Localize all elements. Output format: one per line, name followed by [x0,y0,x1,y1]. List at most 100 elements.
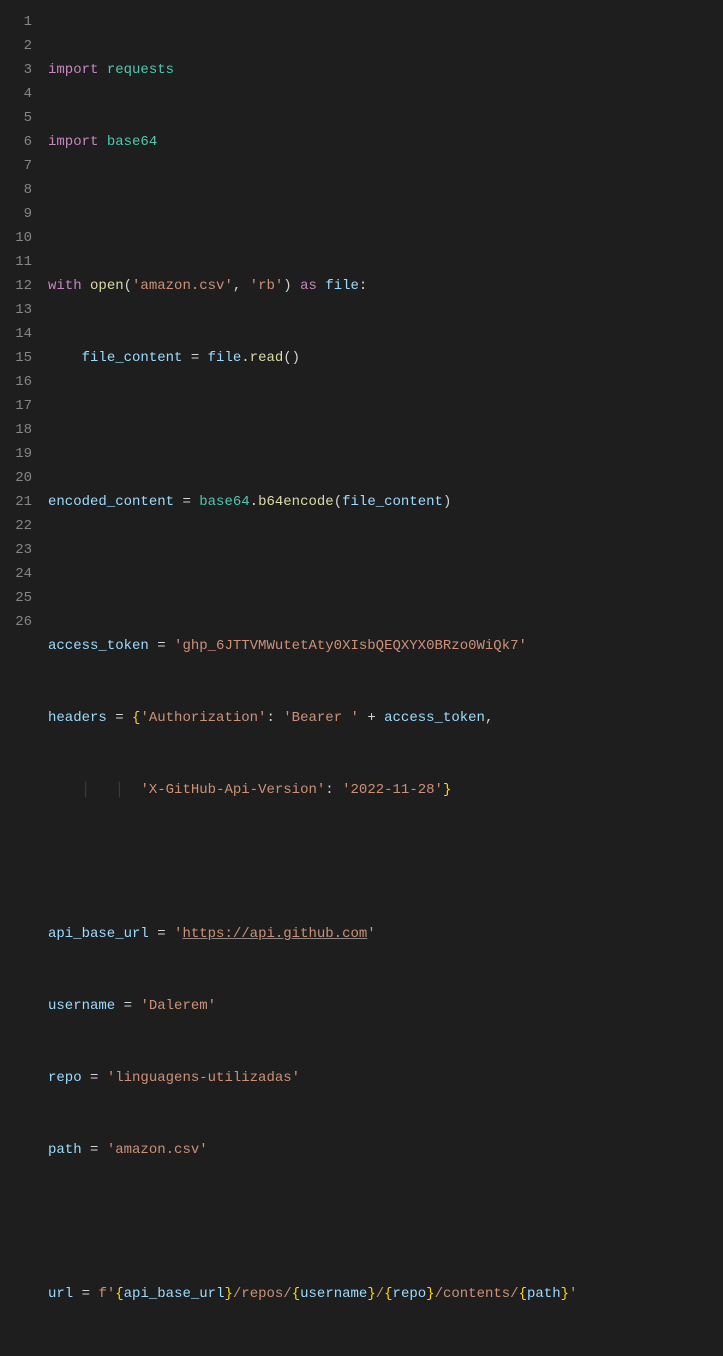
string: 'linguagens-utilizadas' [107,1070,300,1086]
line-number: 9 [0,202,32,226]
code-editor[interactable]: 1 2 3 4 5 6 7 8 9 10 11 12 13 14 15 16 1… [0,10,723,1356]
code-line[interactable] [48,850,723,874]
code-line[interactable]: access_token = 'ghp_6JTTVMWutetAty0XIsbQ… [48,634,723,658]
brace: } [561,1286,569,1302]
line-number: 11 [0,250,32,274]
variable: path [48,1142,82,1158]
line-number: 2 [0,34,32,58]
variable: file [208,350,242,366]
line-number: 22 [0,514,32,538]
variable: file_content [342,494,443,510]
code-line[interactable]: api_base_url = 'https://api.github.com' [48,922,723,946]
brace: { [384,1286,392,1302]
string: 'Bearer ' [283,710,359,726]
code-line[interactable]: encoded_content = base64.b64encode(file_… [48,490,723,514]
module: base64 [107,134,157,150]
code-line[interactable] [48,562,723,586]
line-number: 17 [0,394,32,418]
variable: file_content [82,350,183,366]
code-line[interactable] [48,418,723,442]
code-line[interactable]: import base64 [48,130,723,154]
line-number: 10 [0,226,32,250]
line-number: 25 [0,586,32,610]
string: /repos/ [233,1286,292,1302]
code-line[interactable]: url = f'{api_base_url}/repos/{username}/… [48,1282,723,1306]
string: 'ghp_6JTTVMWutetAty0XIsbQEQXYX0BRzo0WiQk… [174,638,527,654]
brace: { [519,1286,527,1302]
module: base64 [199,494,249,510]
variable: api_base_url [48,926,149,942]
module: requests [107,62,174,78]
code-line[interactable]: path = 'amazon.csv' [48,1138,723,1162]
line-number: 26 [0,610,32,634]
line-number: 8 [0,178,32,202]
variable: access_token [48,638,149,654]
variable: file [325,278,359,294]
line-number: 23 [0,538,32,562]
line-number: 24 [0,562,32,586]
line-number: 4 [0,82,32,106]
variable: path [527,1286,561,1302]
variable: repo [393,1286,427,1302]
brace: } [426,1286,434,1302]
function: read [250,350,284,366]
code-line[interactable] [48,202,723,226]
line-number: 21 [0,490,32,514]
variable: access_token [384,710,485,726]
string: f' [98,1286,115,1302]
string: ' [367,926,375,942]
brace: { [292,1286,300,1302]
code-line[interactable] [48,1210,723,1234]
code-line[interactable] [48,1354,723,1356]
brace: } [224,1286,232,1302]
variable: username [48,998,115,1014]
code-line[interactable]: username = 'Dalerem' [48,994,723,1018]
string: 'amazon.csv' [132,278,233,294]
function: open [90,278,124,294]
variable: api_base_url [124,1286,225,1302]
variable: headers [48,710,107,726]
string: /contents/ [435,1286,519,1302]
url-string: https://api.github.com [182,926,367,942]
code-line[interactable]: file_content = file.read() [48,346,723,370]
code-line[interactable]: with open('amazon.csv', 'rb') as file: [48,274,723,298]
code-line[interactable]: repo = 'linguagens-utilizadas' [48,1066,723,1090]
line-number: 5 [0,106,32,130]
keyword: import [48,62,98,78]
code-area[interactable]: import requests import base64 with open(… [48,10,723,1356]
variable: url [48,1286,73,1302]
string: 'Dalerem' [140,998,216,1014]
variable: repo [48,1070,82,1086]
string: '2022-11-28' [342,782,443,798]
line-number: 1 [0,10,32,34]
variable: encoded_content [48,494,174,510]
keyword: import [48,134,98,150]
function: b64encode [258,494,334,510]
line-number: 19 [0,442,32,466]
line-number: 15 [0,346,32,370]
code-line[interactable]: import requests [48,58,723,82]
line-number: 14 [0,322,32,346]
line-number: 12 [0,274,32,298]
line-number-gutter: 1 2 3 4 5 6 7 8 9 10 11 12 13 14 15 16 1… [0,10,48,1356]
line-number: 3 [0,58,32,82]
string: / [376,1286,384,1302]
code-line[interactable]: headers = {'Authorization': 'Bearer ' + … [48,706,723,730]
string: ' [174,926,182,942]
variable: username [300,1286,367,1302]
line-number: 16 [0,370,32,394]
keyword: with [48,278,82,294]
string: 'amazon.csv' [107,1142,208,1158]
string: 'X-GitHub-Api-Version' [140,782,325,798]
line-number: 6 [0,130,32,154]
brace: { [115,1286,123,1302]
line-number: 7 [0,154,32,178]
string: ' [569,1286,577,1302]
string: 'rb' [250,278,284,294]
keyword: as [300,278,317,294]
brace: } [367,1286,375,1302]
line-number: 20 [0,466,32,490]
line-number: 13 [0,298,32,322]
string: 'Authorization' [140,710,266,726]
code-line[interactable]: │ │ 'X-GitHub-Api-Version': '2022-11-28'… [48,778,723,802]
